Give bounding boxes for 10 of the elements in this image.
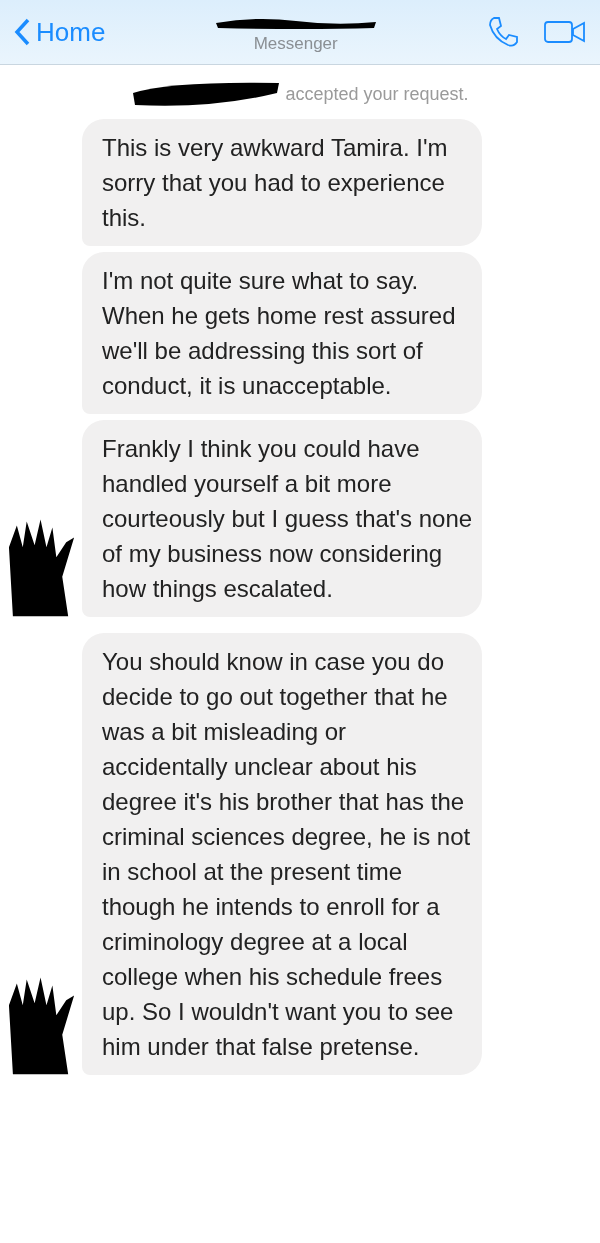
message-bubble: This is very awkward Tamira. I'm sorry that you had to experience this.: [82, 119, 482, 246]
window-subtitle: Messenger: [253, 34, 338, 54]
message-bubble: You should know in case you do decide to go out together that he was a bit misleading or accidentally unclear about his degree it's his brother that has the criminal sciences degree, he is not in school at the present time though he intends to enroll for a criminology degree at a local college when his schedule frees up. So I wouldn't want you to see him under that false pretense.: [82, 633, 482, 1075]
video-camera-icon[interactable]: [544, 19, 586, 45]
chevron-left-icon: [14, 18, 30, 46]
back-link[interactable]: Home: [14, 16, 106, 48]
message-bubble: Frankly I think you could have handled yourself a bit more courteously but I guess that's none of my business now considering how things escalated.: [82, 420, 482, 617]
message-bubble: I'm not quite sure what to say. When he gets home rest assured we'll be addressing this sort of conduct, it is unacceptable.: [82, 252, 482, 414]
phone-icon[interactable]: [486, 15, 520, 49]
request-notice: accepted your request.: [285, 83, 469, 105]
